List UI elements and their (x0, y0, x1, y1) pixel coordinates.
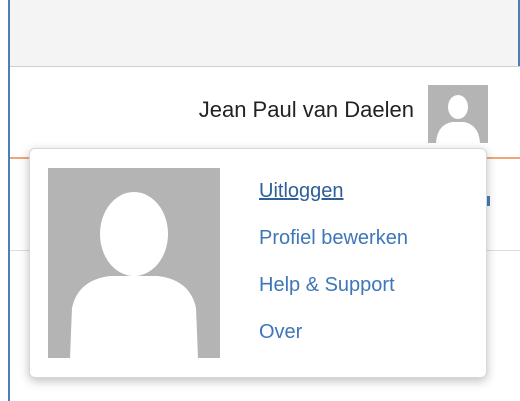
user-name[interactable]: Jean Paul van Daelen (199, 97, 414, 123)
about-link[interactable]: Over (259, 322, 408, 342)
user-avatar-button[interactable] (428, 85, 488, 143)
default-user-avatar-icon (48, 168, 220, 358)
user-menu-list: Uitloggen Profiel bewerken Help & Suppor… (259, 181, 408, 369)
logout-link[interactable]: Uitloggen (259, 181, 408, 201)
user-dropdown-menu: Uitloggen Profiel bewerken Help & Suppor… (29, 148, 487, 378)
edit-profile-link[interactable]: Profiel bewerken (259, 228, 408, 248)
top-bar (10, 0, 520, 67)
help-support-link[interactable]: Help & Support (259, 275, 408, 295)
profile-picture (48, 168, 220, 358)
default-user-avatar-icon (428, 85, 488, 143)
